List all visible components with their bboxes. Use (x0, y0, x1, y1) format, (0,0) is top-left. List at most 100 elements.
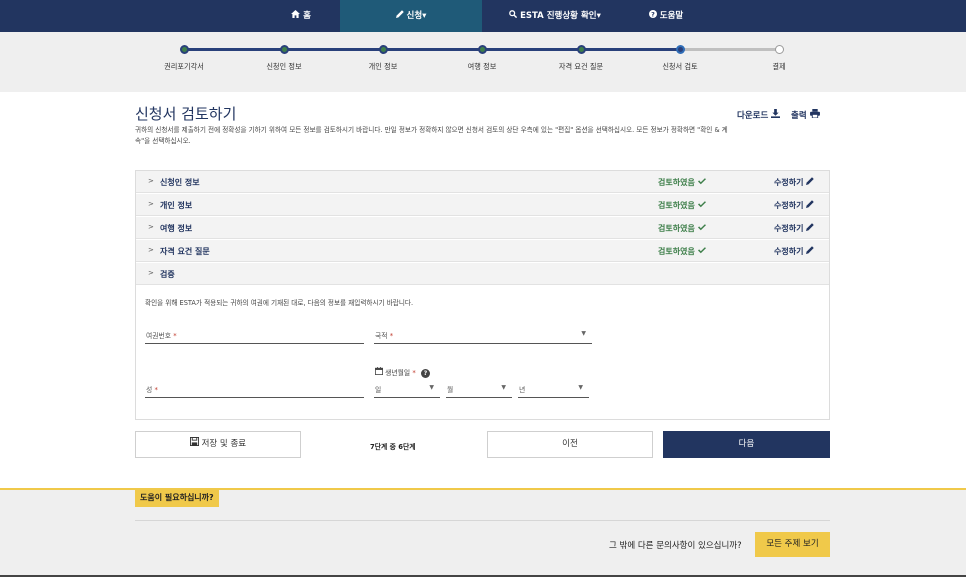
progress-node (379, 45, 388, 54)
svg-text:?: ? (651, 10, 655, 18)
home-icon (291, 0, 301, 32)
chevron-right-icon: > (148, 200, 154, 208)
print-icon (809, 109, 820, 121)
progress-node (478, 45, 487, 54)
caret-down-icon: ▼ (429, 384, 434, 391)
print-link[interactable]: 출력 (791, 109, 820, 121)
passport-number-field[interactable]: 여권번호 * (145, 326, 364, 344)
question-circle-icon[interactable]: ? (420, 369, 430, 378)
progress-node (180, 45, 189, 54)
floppy-disk-icon (189, 437, 199, 449)
dob-month-select[interactable]: 월 ▼ (446, 380, 512, 398)
progress-node-current (676, 45, 685, 54)
step-label: 결제 (772, 62, 786, 71)
nav-help-label: 도움말 (659, 11, 684, 21)
surname-field[interactable]: 성 * (145, 380, 364, 398)
next-button[interactable]: 다음 (663, 431, 830, 458)
section-verify[interactable]: > 검증 (136, 263, 829, 285)
required-mark: * (154, 386, 158, 394)
step-label: 자격 요건 질문 (558, 62, 604, 71)
edit-link[interactable]: 수정하기 (774, 223, 815, 234)
country-select[interactable]: 국적 * ▼ (374, 326, 592, 344)
edit-link-label: 수정하기 (774, 224, 804, 233)
reviewed-status: 검토하였음 (658, 177, 706, 188)
nav-home[interactable]: 홈 (262, 0, 340, 32)
caret-down-icon: ▼ (501, 384, 506, 391)
pencil-icon (806, 246, 815, 256)
review-panel: > 신청인 정보 검토하였음 수정하기 > 개인 정보 검토하였음 수정하기 >… (135, 170, 830, 420)
dob-label-text: 생년월일 (385, 369, 411, 377)
nav-apply[interactable]: 신청▾ (340, 0, 482, 32)
pencil-icon (395, 0, 404, 32)
dob-year-select[interactable]: 년 ▼ (518, 380, 589, 398)
section-eligibility[interactable]: > 자격 요건 질문 검토하였음 수정하기 (136, 240, 829, 262)
reviewed-status: 검토하였음 (658, 200, 706, 211)
reviewed-status: 검토하였음 (658, 223, 706, 234)
nav-apply-label: 신청 (406, 11, 423, 21)
step-label: 권리포기각서 (164, 62, 204, 71)
check-icon (697, 178, 706, 187)
reviewed-status: 검토하였음 (658, 246, 706, 257)
chevron-right-icon: > (148, 177, 154, 185)
top-navbar: 홈 신청▾ ESTA 진행상황 확인▾ ? 도움말 (0, 0, 966, 32)
page-title: 신청서 검토하기 (135, 105, 237, 123)
pencil-icon (806, 177, 815, 187)
edit-link-label: 수정하기 (774, 247, 804, 256)
reviewed-status-label: 검토하였음 (658, 178, 695, 187)
section-personal[interactable]: > 개인 정보 검토하였음 수정하기 (136, 194, 829, 216)
edit-link-label: 수정하기 (774, 201, 804, 210)
check-icon (697, 224, 706, 233)
edit-link[interactable]: 수정하기 (774, 246, 815, 257)
pencil-icon (806, 223, 815, 233)
required-mark: * (412, 369, 416, 377)
caret-down-icon: ▼ (578, 384, 583, 391)
required-mark: * (173, 332, 177, 340)
passport-number-label: 여권번호 * (146, 330, 177, 340)
download-label: 다운로드 (737, 111, 769, 121)
step-counter: 7단계 중 6단계 (370, 443, 416, 451)
dob-year-label: 년 (519, 386, 526, 394)
view-all-topics-button[interactable]: 모든 주제 보기 (755, 532, 830, 557)
nav-home-label: 홈 (303, 11, 311, 21)
download-icon (771, 109, 781, 121)
required-mark: * (389, 332, 394, 340)
reviewed-status-label: 검토하였음 (658, 201, 695, 210)
dob-label: 생년월일 * ? (375, 367, 430, 378)
section-title: 자격 요건 질문 (160, 247, 210, 256)
section-title: 검증 (160, 270, 175, 279)
surname-label: 성 * (146, 384, 158, 394)
verify-instructions: 확인을 위해 ESTA가 적용되는 귀하의 여권에 기재된 대로, 다음의 정보… (145, 299, 414, 307)
progress-track-complete (184, 48, 680, 51)
step-label: 개인 정보 (368, 62, 398, 71)
reviewed-status-label: 검토하였음 (658, 247, 695, 256)
dob-month-label: 월 (447, 386, 454, 394)
chevron-down-icon: ▾ (596, 11, 601, 21)
nav-status[interactable]: ESTA 진행상황 확인▾ (500, 0, 610, 32)
dob-day-label: 일 (375, 386, 382, 394)
section-travel[interactable]: > 여행 정보 검토하였음 수정하기 (136, 217, 829, 239)
help-question: 그 밖에 다른 문의사항이 있으십니까? (609, 541, 742, 551)
step-label: 여행 정보 (467, 62, 497, 71)
save-exit-button[interactable]: 저장 및 종료 (135, 431, 301, 458)
previous-button[interactable]: 이전 (487, 431, 653, 458)
download-link[interactable]: 다운로드 (737, 109, 781, 121)
reviewed-status-label: 검토하였음 (658, 224, 695, 233)
progress-node (577, 45, 586, 54)
surname-label-text: 성 (146, 386, 153, 394)
edit-link[interactable]: 수정하기 (774, 177, 815, 188)
progress-node (280, 45, 289, 54)
save-exit-label: 저장 및 종료 (201, 439, 247, 449)
step-label: 신청서 검토 (662, 62, 698, 71)
section-title: 신청인 정보 (160, 178, 200, 187)
caret-down-icon: ▼ (581, 330, 586, 337)
pencil-icon (806, 200, 815, 210)
help-divider (135, 520, 830, 521)
nav-help[interactable]: ? 도움말 (636, 0, 696, 32)
question-circle-icon: ? (648, 0, 657, 32)
chevron-down-icon: ▾ (422, 11, 427, 21)
section-title: 개인 정보 (160, 201, 193, 210)
section-applicant[interactable]: > 신청인 정보 검토하였음 수정하기 (136, 171, 829, 193)
dob-day-select[interactable]: 일 ▼ (374, 380, 440, 398)
edit-link[interactable]: 수정하기 (774, 200, 815, 211)
chevron-right-icon: > (148, 246, 154, 254)
